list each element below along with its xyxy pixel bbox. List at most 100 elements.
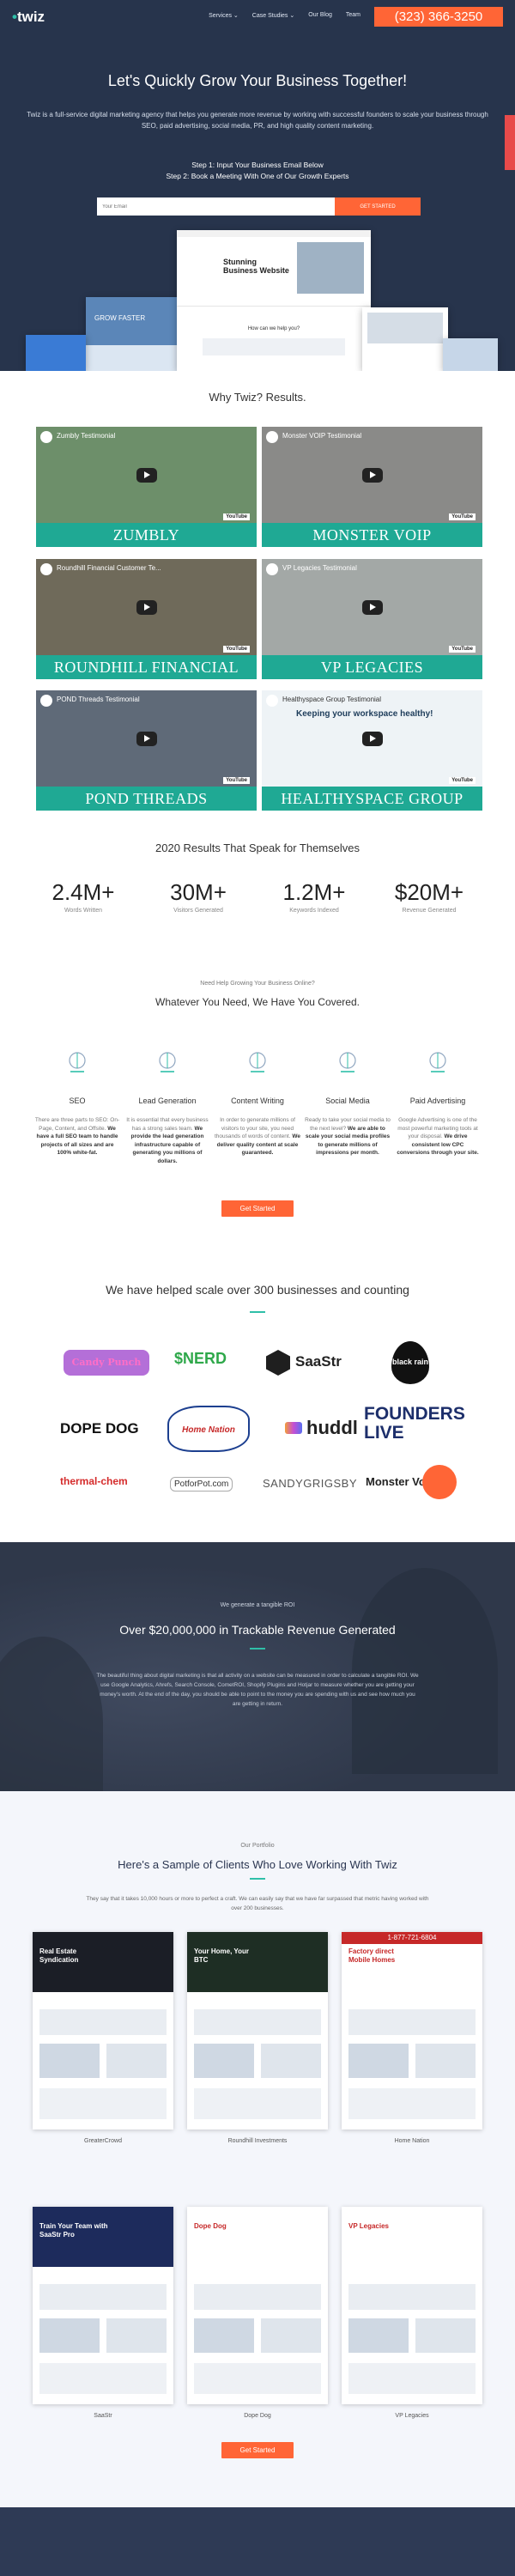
portfolio-thumb[interactable]: Your Home, Your BTC [187,1932,328,2129]
video-testimonial[interactable]: Roundhill Financial Customer Te... YouTub… [36,559,257,679]
portfolio-caption: GreaterCrowd [84,2138,122,2144]
huddl-icon [285,1422,302,1434]
revenue-section: We generate a tangible ROI Over $20,000,… [0,1542,515,1791]
video-band-label: VP LEGACIES [262,655,482,679]
stat-words: 2.4M+ Words Written [32,879,135,914]
portfolio-caption: SaaStr [94,2413,112,2419]
portfolio-eyebrow: Our Portfolio [240,1843,275,1849]
portfolio-thumb[interactable]: Real Estate Syndication [33,1932,173,2129]
youtube-logo[interactable]: YouTube [223,777,250,784]
video-title: Healthyspace Group Testimonial [282,696,382,703]
mockup-small-right [443,338,498,371]
play-button-icon[interactable] [136,468,157,483]
video-testimonial[interactable]: Zumbly Testimonial YouTube ZUMBLY [36,427,257,547]
thumb-body-row-3 [261,2318,321,2353]
youtube-logo[interactable]: YouTube [449,646,476,653]
service-name: Social Media [325,1097,370,1105]
nav-team[interactable]: Team [346,12,360,19]
thumb-body-row-2 [348,2318,409,2353]
portfolio-thumb[interactable]: VP Legacies [342,2207,482,2404]
logo-saastr: SaaStr [266,1348,352,1377]
youtube-logo[interactable]: YouTube [223,513,250,520]
service-desc: There are three parts to SEO: On-Page, C… [34,1116,120,1157]
thumb-body-row-3 [106,2044,167,2078]
service-icon [429,1052,446,1072]
clients-divider [250,1311,265,1313]
mockup-left: GROW FASTER [86,297,180,371]
service-name: Content Writing [231,1097,284,1105]
thumb-hero-text: Dope Dog [194,2222,227,2230]
twiz-logo[interactable]: •twiz [12,9,45,26]
monster-voip-badge-icon [422,1465,457,1499]
channel-avatar-icon [266,695,278,707]
thumb-hero-text: Factory direct Mobile Homes [348,1947,396,1964]
channel-avatar-icon [40,695,52,707]
thumb-body-row-1 [348,2009,476,2035]
video-band-label: MONSTER VOIP [262,523,482,547]
video-testimonial[interactable]: VP Legacies Testimonial YouTube VP LEGACIE… [262,559,482,679]
portfolio-thumb[interactable]: Train Your Team with SaaStr Pro [33,2207,173,2404]
service-name: Paid Advertising [409,1097,466,1105]
portfolio-title: Here's a Sample of Clients Who Love Work… [118,1858,397,1871]
mockup-headline: Stunning Business Website [223,258,289,275]
youtube-logo[interactable]: YouTube [223,646,250,653]
play-button-icon[interactable] [361,732,383,746]
nav-blog[interactable]: Our Blog [308,12,332,19]
video-testimonial[interactable]: Monster VOIP Testimonial YouTube MONSTER V… [262,427,482,547]
nav-case-studies[interactable]: Case Studies ⌄ [252,12,294,19]
feedback-side-tab[interactable] [505,115,515,170]
thumb-body-row-1 [39,2009,167,2035]
why-title: Why Twiz? Results. [209,391,306,404]
thumb-body-row-2 [194,2318,254,2353]
portfolio-thumb[interactable]: Factory direct Mobile Homes 1-877-721-680… [342,1932,482,2129]
mockup-hero-image [297,242,364,294]
huddl-text: huddl [306,1417,358,1438]
logo-huddl: huddl [285,1417,358,1439]
stat-visitors: 30M+ Visitors Generated [147,879,250,914]
service-lead-generation: Lead Generation It is essential that ever… [124,1048,210,1165]
thumb-body-row-1 [194,2009,321,2035]
thumb-hero-text: Your Home, Your BTC [194,1947,250,1964]
hero-steps: Step 1: Input Your Business Email Below … [0,160,515,182]
play-button-icon[interactable] [136,600,157,615]
portfolio-caption: Dope Dog [244,2413,271,2419]
email-input[interactable] [97,197,335,216]
stat-label: Keywords Indexed [289,908,339,914]
stat-value: 2.4M+ [52,879,115,905]
thumb-hero-text: VP Legacies [348,2222,389,2230]
mockup-left-text: GROW FASTER [94,314,146,322]
phone-button[interactable]: (323) 366-3250 [374,7,503,27]
logo-potforpot: PotforPot.com [170,1477,233,1492]
play-button-icon[interactable] [361,600,383,615]
portfolio-caption: Home Nation [394,2138,430,2144]
logo-nerd: $NERD [174,1350,227,1367]
thumb-body-row-4 [39,2088,167,2119]
mockup-small-left [26,335,86,371]
email-signup-form: GET STARTED [97,197,421,216]
video-title: Roundhill Financial Customer Te... [57,564,161,572]
services-get-started-button[interactable]: Get Started [221,1200,294,1217]
youtube-logo[interactable]: YouTube [449,777,476,784]
video-testimonial[interactable]: Healthyspace Group Testimonial Keeping yo… [262,690,482,811]
mockup-left-strip [86,345,180,371]
channel-avatar-icon [40,431,52,443]
service-content-writing: Content Writing In order to generate mill… [215,1048,300,1157]
service-seo: SEO There are three parts to SEO: On-Page… [34,1048,120,1157]
thumb-body-row-1 [39,2284,167,2310]
play-button-icon[interactable] [136,732,157,746]
portfolio-thumb[interactable]: Dope Dog [187,2207,328,2404]
youtube-logo[interactable]: YouTube [449,513,476,520]
service-desc: In order to generate millions of visitor… [215,1116,300,1157]
results-title: 2020 Results That Speak for Themselves [155,841,360,854]
portfolio-get-started-button[interactable]: Get Started [221,2442,294,2458]
step-1: Step 1: Input Your Business Email Below [191,161,324,169]
play-button-icon[interactable] [361,468,383,483]
service-icon [159,1052,176,1072]
nav-services[interactable]: Services ⌄ [209,12,239,19]
services-eyebrow: Need Help Growing Your Business Online? [200,981,315,987]
get-started-button[interactable]: GET STARTED [335,197,421,216]
logo-home-nation: Home Nation [167,1406,250,1452]
stat-value: $20M+ [394,879,464,905]
mockup-right [362,307,448,371]
video-testimonial[interactable]: POND Threads Testimonial YouTube POND THRE… [36,690,257,811]
